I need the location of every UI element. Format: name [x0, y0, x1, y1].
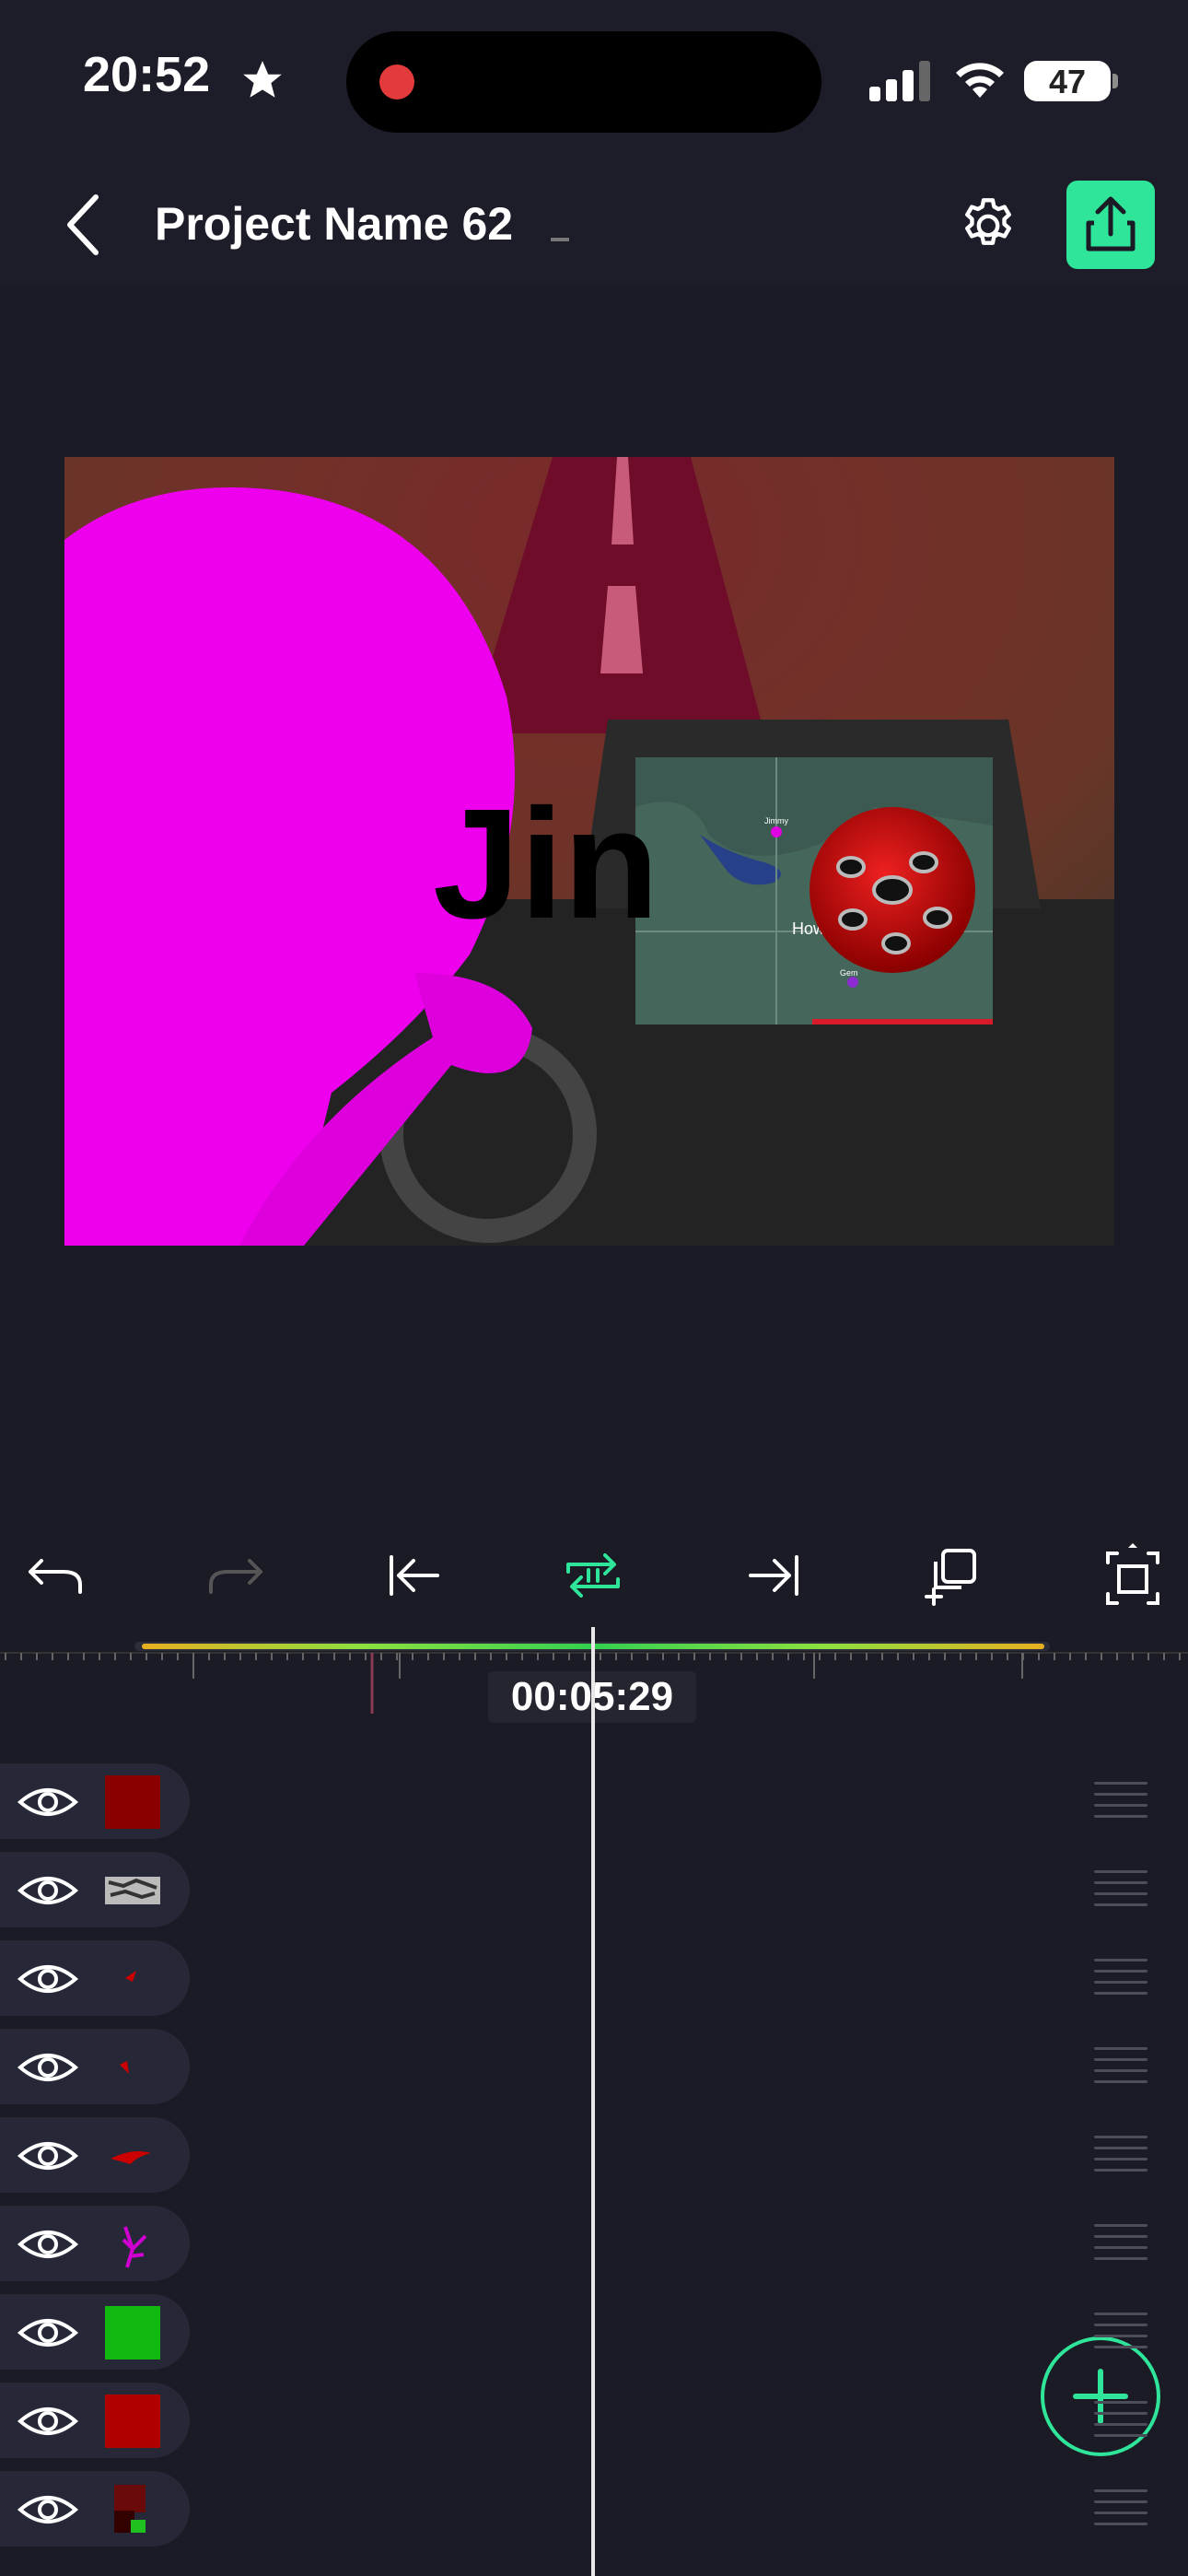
visibility-eye-icon[interactable]: [17, 2491, 79, 2528]
layer-row[interactable]: [0, 1763, 190, 1839]
layer-row[interactable]: [0, 2206, 190, 2281]
cellular-signal-icon: [869, 61, 930, 101]
drag-handle-icon[interactable]: [1094, 1870, 1147, 1914]
layer-row[interactable]: [0, 2029, 190, 2104]
wifi-icon: [956, 63, 1004, 98]
duplicate-button[interactable]: [910, 1531, 1002, 1620]
layer-row[interactable]: [0, 2471, 190, 2547]
layer-thumbnail: [105, 2306, 160, 2359]
video-preview[interactable]: Jimmy Gem How Jin: [64, 457, 1114, 1246]
drag-handle-icon[interactable]: [1094, 2224, 1147, 2268]
drag-handle-icon[interactable]: [1094, 1782, 1147, 1826]
jump-start-icon: [390, 1555, 439, 1596]
drag-handle-icon[interactable]: [1094, 2313, 1147, 2357]
title-cursor: [551, 238, 569, 241]
jump-to-end-button[interactable]: [728, 1531, 820, 1620]
layer-thumbnail: [114, 2485, 146, 2533]
visibility-eye-icon[interactable]: [17, 1961, 79, 1997]
fit-screen-icon: [1106, 1543, 1159, 1605]
redo-button[interactable]: [190, 1531, 282, 1620]
undo-button[interactable]: [9, 1531, 101, 1620]
drag-handle-icon[interactable]: [1094, 1959, 1147, 2003]
visibility-eye-icon[interactable]: [17, 2049, 79, 2086]
drag-handle-icon[interactable]: [1094, 2489, 1147, 2534]
layer-row[interactable]: [0, 2117, 190, 2193]
battery-cap: [1112, 74, 1118, 88]
layer-thumbnail: [120, 2061, 129, 2074]
layer-thumbnail: [111, 2151, 151, 2164]
preview-scene: Jimmy Gem How Jin: [64, 457, 1114, 1246]
layer-thumbnail: [122, 2226, 147, 2268]
layer-thumbnail: [105, 1775, 160, 1829]
layer-thumbnail: [125, 1971, 136, 1982]
loop-button[interactable]: [547, 1531, 639, 1620]
layer-row[interactable]: [0, 1852, 190, 1927]
jump-end-icon: [749, 1555, 798, 1596]
battery-level: 47: [1048, 63, 1087, 100]
visibility-eye-icon[interactable]: [17, 1784, 79, 1821]
layer-row[interactable]: [0, 2383, 190, 2458]
map-pin-label-bottom: Gem: [840, 968, 858, 978]
project-title[interactable]: Project Name 62: [155, 197, 513, 251]
map-pin-label-top: Jimmy: [764, 816, 788, 825]
visibility-eye-icon[interactable]: [17, 2314, 79, 2351]
back-chevron-icon[interactable]: [59, 190, 107, 260]
playhead[interactable]: [591, 1627, 595, 2576]
redo-icon: [209, 1559, 262, 1594]
visibility-eye-icon[interactable]: [17, 1872, 79, 1909]
drag-handle-icon[interactable]: [1094, 2136, 1147, 2180]
layer-thumbnail: [105, 1877, 160, 1904]
duplicate-icon: [925, 1549, 976, 1606]
visibility-eye-icon[interactable]: [17, 2226, 79, 2263]
fit-screen-button[interactable]: [1087, 1531, 1179, 1620]
drag-handle-icon[interactable]: [1094, 2047, 1147, 2091]
export-button[interactable]: [1066, 181, 1155, 269]
loop-icon: [566, 1553, 620, 1598]
gear-icon[interactable]: [956, 193, 1020, 258]
layer-row[interactable]: [0, 1940, 190, 2016]
recording-indicator-icon: [379, 64, 414, 100]
character-name-text: Jin: [433, 777, 659, 952]
undo-icon: [29, 1559, 82, 1594]
jump-to-start-button[interactable]: [368, 1531, 460, 1620]
share-icon: [1086, 196, 1136, 252]
drag-handle-icon[interactable]: [1094, 2401, 1147, 2445]
layer-row[interactable]: [0, 2294, 190, 2370]
visibility-eye-icon[interactable]: [17, 2137, 79, 2174]
layer-thumbnail: [105, 2395, 160, 2448]
status-time: 20:52: [83, 47, 211, 102]
dynamic-island: [346, 31, 821, 133]
star-icon: [243, 61, 282, 98]
visibility-eye-icon[interactable]: [17, 2403, 79, 2440]
